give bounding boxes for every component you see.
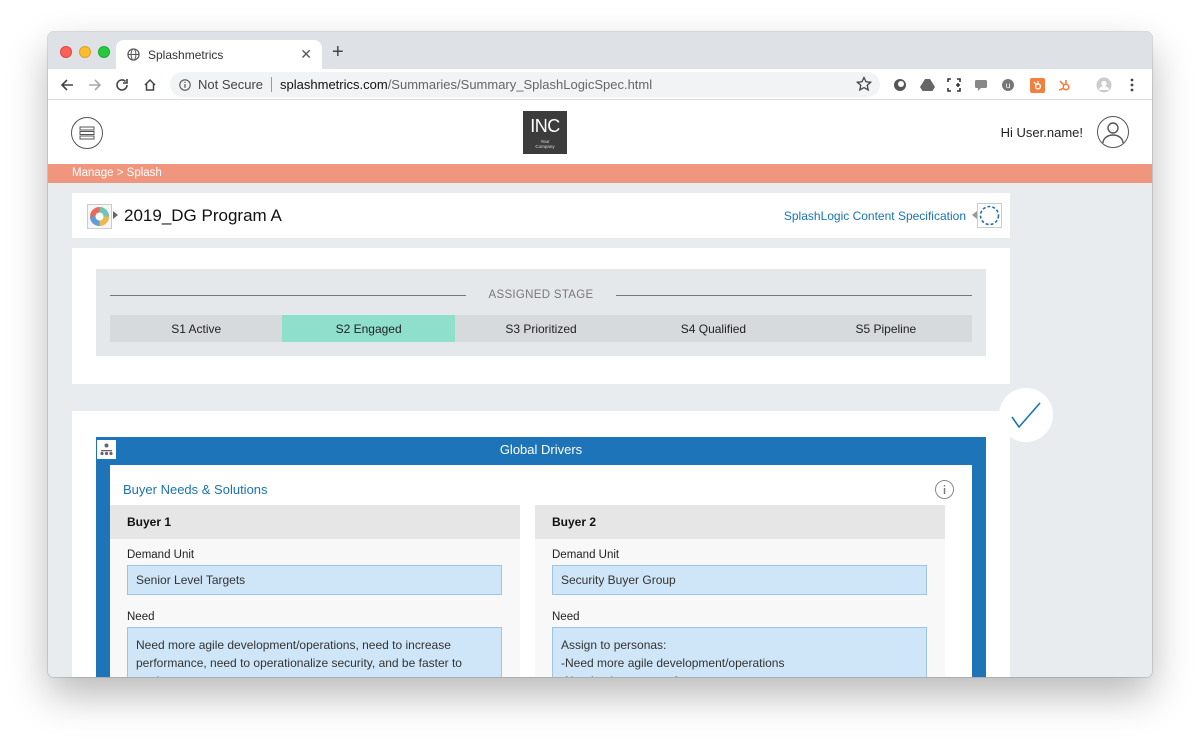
info-button[interactable] [935,480,954,499]
tab-close-icon[interactable]: ✕ [300,46,312,63]
back-button[interactable] [57,75,77,95]
address-bar[interactable]: Not Secure splashmetrics.com/Summaries/S… [170,72,880,97]
browser-tab[interactable]: Splashmetrics ✕ [116,40,322,69]
logo-text: INC [530,116,560,136]
stage-5-button[interactable]: S5 Pipeline [800,315,972,342]
screenshot-icon[interactable] [946,77,962,93]
caret-right-icon [113,211,118,219]
assigned-stage-panel: ASSIGNED STAGE S1 Active S2 Engaged S3 Pri… [96,269,986,356]
buyer-card-1: Buyer 1 Demand Unit Need Need more agile… [110,505,520,677]
program-title-card: 2019_DG Program A SplashLogic Content Sp… [72,193,1010,238]
buyer-name: Buyer 1 [110,505,520,539]
assigned-stage-label: ASSIGNED STAGE [488,289,594,301]
stage-4-button[interactable]: S4 Qualified [627,315,799,342]
more-menu-icon[interactable] [1124,77,1140,93]
tab-strip: Splashmetrics ✕ + [48,32,1152,69]
hubspot-icon[interactable] [1056,77,1072,93]
home-button[interactable] [140,75,160,95]
page-content: INC Your Company Hi User.name! Manage > … [48,100,1152,677]
section-title: Buyer Needs & Solutions [123,482,268,497]
need-field[interactable]: Assign to personas: -Need more agile dev… [552,627,927,677]
buyer-card-2: Buyer 2 Demand Unit Need Assign to perso… [535,505,945,677]
spec-link[interactable]: SplashLogic Content Specification [784,209,966,223]
url-host: splashmetrics.com [280,77,388,92]
program-title: 2019_DG Program A [124,206,282,225]
hubspot-sprocket-icon[interactable] [1029,77,1045,93]
breadcrumb-bar: Manage > Splash [48,164,1152,183]
drivers-card: Global Drivers Buyer Needs & Solutions B… [72,411,1010,677]
globe-icon [127,48,140,61]
profile-icon[interactable] [1096,77,1112,93]
org-chart-icon[interactable] [97,440,116,459]
program-wheel-icon[interactable] [87,204,112,229]
demand-unit-field[interactable] [552,565,927,595]
buyer-needs-section: Buyer Needs & Solutions Buyer 1 Demand U… [110,465,972,677]
close-window-button[interactable] [60,46,72,58]
checkmark-icon [1011,402,1041,429]
stage-2-button[interactable]: S2 Engaged [282,315,455,342]
browser-window: Splashmetrics ✕ + Not Secure splashmetri… [48,32,1152,677]
breadcrumb[interactable]: Manage > Splash [72,167,162,179]
confirm-check-button[interactable] [999,388,1053,442]
maximize-window-button[interactable] [98,46,110,58]
spec-dashed-circle-icon[interactable] [977,203,1002,228]
user-icon [1102,122,1124,144]
demand-unit-field[interactable] [127,565,502,595]
bookmark-star-icon[interactable] [856,76,872,92]
company-logo[interactable]: INC Your Company [523,111,567,154]
need-field[interactable]: Need more agile development/operations, … [127,627,502,677]
stage-card: ASSIGNED STAGE S1 Active S2 Engaged S3 Pri… [72,248,1010,384]
tab-title: Splashmetrics [148,47,224,62]
extension-circle-icon[interactable] [892,77,908,93]
logo-subtext-2: Company [535,144,555,149]
info-icon [179,78,191,91]
global-drivers-header: Global Drivers [96,437,986,464]
new-tab-button[interactable]: + [332,41,344,64]
app-header: INC Your Company Hi User.name! [48,100,1152,164]
ublock-icon[interactable]: u [1000,77,1016,93]
stage-3-button[interactable]: S3 Prioritized [455,315,627,342]
svg-text:u: u [1005,81,1010,90]
url-path: /Summaries/Summary_SplashLogicSpec.html [387,77,653,92]
global-drivers-frame: Global Drivers Buyer Needs & Solutions B… [96,437,986,677]
chat-extension-icon[interactable] [973,77,989,93]
user-greeting: Hi User.name! [1000,125,1083,140]
info-i-icon [943,485,946,494]
user-avatar[interactable] [1097,116,1129,148]
minimize-window-button[interactable] [79,46,91,58]
browser-toolbar: Not Secure splashmetrics.com/Summaries/S… [48,69,1152,100]
global-drivers-title: Global Drivers [499,442,583,457]
stage-1-button[interactable]: S1 Active [110,315,282,342]
security-label: Not Secure [198,77,264,92]
stage-selector: S1 Active S2 Engaged S3 Prioritized S4 Qual… [110,315,972,342]
demand-unit-label: Demand Unit [552,549,620,561]
buyer-name: Buyer 2 [535,505,945,539]
arrow-left-icon [60,79,73,91]
menu-button[interactable] [71,117,103,149]
omnibox-separator [271,77,273,92]
arrow-right-icon [89,79,102,91]
forward-button[interactable] [85,75,105,95]
hamburger-icon [79,126,95,140]
need-label: Need [127,611,155,623]
reload-button[interactable] [112,75,132,95]
need-label: Need [552,611,580,623]
demand-unit-label: Demand Unit [127,549,195,561]
drive-icon[interactable] [919,77,935,93]
reload-icon [116,79,128,91]
home-icon [144,78,156,91]
